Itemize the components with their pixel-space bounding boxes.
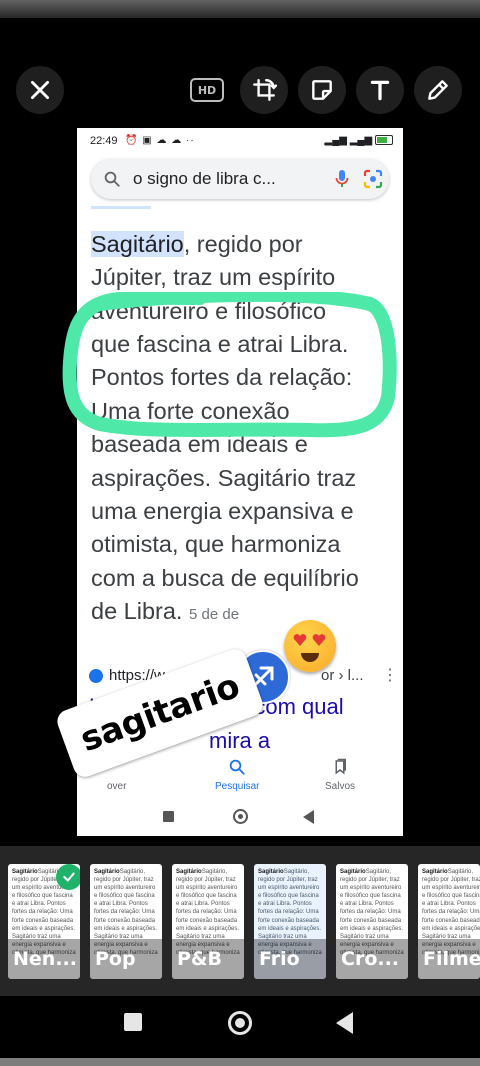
system-navigation-bar: [0, 996, 480, 1066]
filter-none[interactable]: SagitárioSagitário, regido por Júpiter, …: [8, 864, 80, 979]
close-icon: [31, 81, 49, 99]
mic-icon: [335, 170, 349, 187]
draw-button[interactable]: [414, 66, 462, 114]
filter-label: Nen...: [8, 939, 80, 979]
article-line: com a busca de equilíbrio: [91, 564, 359, 591]
search-icon: [229, 759, 245, 775]
filter-strip: SagitárioSagitário, regido por Júpiter, …: [0, 846, 480, 996]
battery-icon: [375, 135, 393, 146]
top-edge-blur: [0, 0, 480, 18]
nav-saved-label: Salvos: [325, 781, 356, 792]
filter-cool[interactable]: SagitárioSagitário, regido por Júpiter, …: [254, 864, 326, 979]
home-button[interactable]: [228, 1011, 252, 1035]
article-line: baseada em ideais e: [91, 431, 308, 458]
article-line: Uma forte conexão: [91, 397, 290, 424]
article-line: uma energia expansiva e: [91, 497, 354, 524]
sticker-icon: [312, 80, 332, 100]
article-line: aventureiro e filosófico: [91, 297, 327, 324]
article-line: que fascina e atrai Libra.: [91, 331, 349, 358]
filter-chrome[interactable]: SagitárioSagitário, regido por Júpiter, …: [336, 864, 408, 979]
status-time: 22:49: [90, 135, 118, 147]
article-line: Júpiter, traz um espírito: [91, 264, 336, 291]
filter-label: Filme: [418, 939, 480, 979]
back-button[interactable]: [336, 1012, 353, 1034]
article-line: de Libra.: [91, 597, 183, 624]
recents-button[interactable]: [124, 1013, 142, 1031]
hd-quality-button[interactable]: HD: [190, 78, 224, 102]
more-options-icon[interactable]: ⋮: [382, 665, 398, 685]
text-icon: [370, 80, 390, 101]
status-bar: 22:49 ⏰ ▣ ☁ ☁ ·· ▂▄▆ ▂▄▆: [77, 128, 403, 154]
google-search-bar[interactable]: o signo de libra c...: [91, 159, 389, 199]
status-notification-icons: ⏰ ▣ ☁ ☁ ··: [125, 135, 195, 146]
phone-system-nav: [77, 800, 403, 836]
filter-film[interactable]: SagitárioSagitário, regido por Júpiter, …: [418, 864, 480, 979]
filter-bw[interactable]: SagitárioSagitário, regido por Júpiter, …: [172, 864, 244, 979]
recents-icon: [163, 811, 174, 822]
nav-search-label: Pesquisar: [215, 781, 260, 792]
text-button[interactable]: [356, 66, 404, 114]
crop-rotate-icon: [253, 79, 277, 101]
article-line: aspirações. Sagitário traz: [91, 464, 357, 491]
lens-icon: [363, 169, 383, 189]
selected-check-icon: [56, 864, 80, 890]
status-signal-battery: ▂▄▆ ▂▄▆: [325, 135, 393, 146]
search-query: o signo de libra c...: [133, 169, 276, 188]
result-breadcrumb: or › l...: [321, 667, 364, 684]
tab-indicator: [91, 206, 151, 209]
home-icon: [233, 809, 248, 824]
favicon-icon: [89, 668, 103, 683]
pencil-icon: [428, 80, 448, 100]
search-icon: [104, 171, 120, 187]
bookmark-icon: [335, 758, 346, 775]
article-date: 5 de de: [188, 605, 240, 623]
filter-label: P&B: [172, 939, 244, 979]
heart-icon: [312, 634, 326, 646]
highlighted-term: Sagitário: [91, 231, 184, 257]
check-icon: [63, 872, 75, 882]
filter-label: Cro...: [336, 939, 408, 979]
sticker-button[interactable]: [298, 66, 346, 114]
filter-label: Frio: [254, 939, 326, 979]
close-button[interactable]: [16, 66, 64, 114]
filter-label: Pop: [90, 939, 162, 979]
article-line: Pontos fortes da relação:: [91, 364, 353, 391]
ai-overview-text: Sagitário, regido por Júpiter, traz um e…: [91, 228, 397, 628]
nav-search[interactable]: Pesquisar: [215, 758, 259, 792]
nav-discover-label: over: [107, 781, 127, 792]
nav-saved[interactable]: Salvos: [325, 758, 355, 792]
heart-icon: [293, 634, 307, 646]
filter-pop[interactable]: SagitárioSagitário, regido por Júpiter, …: [90, 864, 162, 979]
bottom-edge-bar: [0, 1058, 480, 1066]
emoji-mouth: [301, 653, 319, 662]
article-line: , regido por: [183, 231, 303, 257]
heart-eyes-emoji-sticker[interactable]: [284, 620, 336, 672]
article-line: otimista, que harmoniza: [91, 531, 341, 558]
back-icon: [303, 810, 314, 824]
crop-rotate-button[interactable]: [240, 66, 288, 114]
